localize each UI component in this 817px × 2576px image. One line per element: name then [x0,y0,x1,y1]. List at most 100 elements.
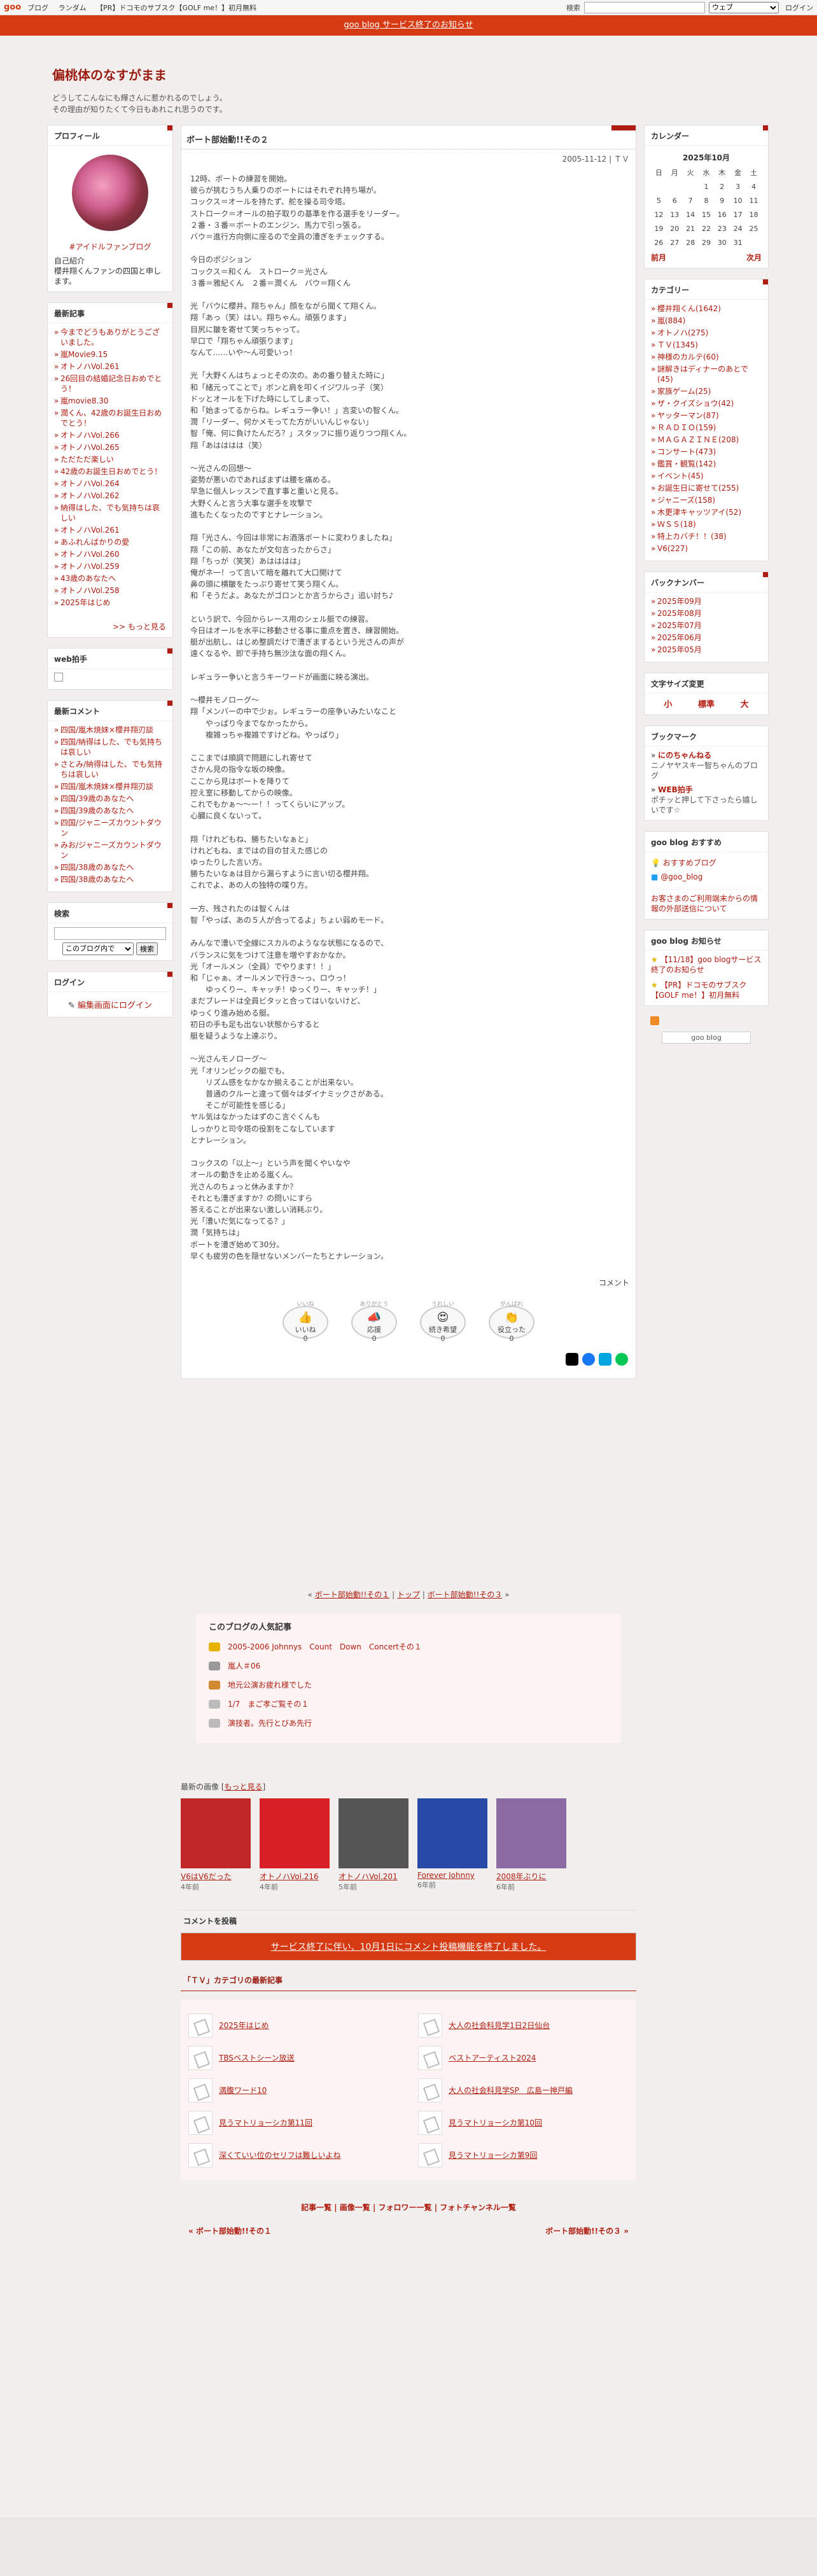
category-item[interactable]: V6(227) [651,543,762,554]
recent-post-item[interactable]: 26回目の結婚記念日おめでとう！ [54,374,166,394]
comment-link[interactable]: コメント [181,1267,636,1292]
thumb-image[interactable] [496,1798,566,1869]
announce-link[interactable]: 【PR】ドコモのサブスク【GOLF me！】初月無料 [651,981,746,1000]
recent-post-item[interactable]: 嵐movie8.30 [54,396,166,406]
category-item[interactable]: オトノハ(275) [651,328,762,338]
thumb-image[interactable] [417,1798,487,1869]
goo-logo[interactable]: goo [4,3,21,12]
nav-pr[interactable]: 【PR】ドコモのサブスク【GOLF me！】初月無料 [96,4,256,12]
font-normal-button[interactable]: 標準 [698,697,715,710]
recent-comment-item[interactable]: 四国/嵐木焼妹×櫻井翔刃談 [54,781,166,792]
recent-images-more[interactable]: もっと見る [225,1782,263,1791]
category-item[interactable]: 謎解きはディナーのあとで(45) [651,364,762,384]
recommend-link[interactable]: おすすめブログ [663,858,716,867]
font-large-button[interactable]: 大 [741,697,749,710]
line-share-icon[interactable] [615,1353,628,1366]
category-item[interactable]: ＲＡＤＩＯ(159) [651,423,762,433]
popular-item[interactable]: 1/7 まご孝ご覧その１ [209,1698,608,1709]
recent-post-item[interactable]: オトノハVol.258 [54,585,166,596]
recent-comment-item[interactable]: 四国/39歳のあなたへ [54,806,166,816]
calendar-prev[interactable]: 前月 [651,252,666,263]
recent-comment-item[interactable]: 四国/嵐木焼妹×櫻井翔刃談 [54,725,166,735]
goo-blog-badge[interactable]: goo blog [662,1032,751,1044]
recent-post-item[interactable]: 今までどうもありがとうございました。 [54,327,166,347]
recent-post-item[interactable]: オトノハVol.264 [54,479,166,489]
category-item[interactable]: コンサート(473) [651,447,762,457]
category-item[interactable]: ＴＶ(1345) [651,340,762,350]
image-thumb[interactable]: オトノハVol.201 5年前 [339,1798,408,1892]
footer-links[interactable]: 記事一覧 | 画像一覧 | フォロワー一覧 | フォトチャンネル一覧 [181,2202,636,2213]
recent-post-item[interactable]: 嵐Movie9.15 [54,349,166,360]
blog-search-scope[interactable]: このブログ内で [62,942,134,955]
service-end-link[interactable]: goo blog サービス終了のお知らせ [344,20,473,30]
image-thumb[interactable]: オトノハVol.216 4年前 [260,1798,330,1892]
x-share-icon[interactable] [566,1353,578,1366]
related-item[interactable]: 満腹ワード10 [188,2074,399,2106]
recommend-link[interactable]: @goo_blog [660,872,702,881]
related-item[interactable]: 深くていい位のセリフは難しいよね [188,2139,399,2171]
search-scope-select[interactable]: ウェブ [709,1,779,13]
recent-comment-item[interactable]: 四国/ジャニーズカウントダウン [54,818,166,838]
category-item[interactable]: お誕生日に寄せて(255) [651,483,762,493]
recent-post-item[interactable]: 43歳のあなたへ [54,573,166,584]
nav-blog[interactable]: ブログ [27,4,48,12]
recent-comment-item[interactable]: 四国/38歳のあなたへ [54,874,166,885]
recent-comment-item[interactable]: 四国/39歳のあなたへ [54,794,166,804]
rss-icon[interactable] [650,1016,659,1025]
comment-closed-link[interactable]: サービス終了に伴い、10月1日にコメント投稿機能を終了しました。 [271,1942,547,1952]
category-item[interactable]: ヤッターマン(87) [651,410,762,421]
privacy-note-link[interactable]: お客さまのご利用端末からの情報の外部送信について [651,894,758,913]
backnumber-item[interactable]: 2025年06月 [651,633,762,643]
blog-search-input[interactable] [54,927,166,940]
related-item[interactable]: ベストアーティスト2024 [418,2041,629,2074]
reaction-button[interactable]: がんばれ 👏 役立った 0 [489,1301,534,1343]
category-item[interactable]: 神様のカルテ(60) [651,352,762,362]
backnumber-item[interactable]: 2025年08月 [651,608,762,619]
blog-title[interactable]: 偏桃体のなすがまま [52,65,817,83]
recent-post-item[interactable]: オトノハVol.265 [54,442,166,452]
category-item[interactable]: 木更津キャッツアイ(52) [651,507,762,517]
recent-post-item[interactable]: 42歳のお誕生日おめでとう！ [54,466,166,477]
recent-post-item[interactable]: オトノハVol.260 [54,549,166,559]
category-item[interactable]: ＭＡＧＡＺＩＮＥ(208) [651,435,762,445]
facebook-share-icon[interactable] [582,1353,595,1366]
profile-tag-link[interactable]: #アイドルファンブログ [54,241,166,252]
pager-prev[interactable]: ボート部始動!!その１ [315,1590,390,1599]
related-item[interactable]: 見うマトリョーシカ第9回 [418,2139,629,2171]
category-item[interactable]: 櫻井翔くん(1642) [651,304,762,314]
recent-comment-item[interactable]: みお/ジャニーズカウントダウン [54,840,166,860]
login-link[interactable]: ログイン [785,3,813,13]
pager-top[interactable]: トップ [397,1590,420,1599]
category-item[interactable]: 鑑賞・観覧(142) [651,459,762,469]
related-item[interactable]: 見うマトリョーシカ第10回 [418,2106,629,2139]
popular-item[interactable]: 地元公演お疲れ様でした [209,1679,608,1690]
backnumber-item[interactable]: 2025年07月 [651,620,762,631]
bookmark-link[interactable]: WEB拍手 [658,785,693,794]
thumb-caption[interactable]: 2008年ぶりに [496,1871,566,1882]
image-thumb[interactable]: 2008年ぶりに 6年前 [496,1798,566,1892]
announce-link[interactable]: 【11/18】goo blogサービス終了のお知らせ [651,955,761,974]
font-small-button[interactable]: 小 [664,697,672,710]
calendar-next[interactable]: 次月 [746,252,762,263]
related-item[interactable]: 大人の社会科見学SP 広島ー神戸編 [418,2074,629,2106]
recent-comment-item[interactable]: さとみ/納得はした、でも気持ちは哀しい [54,759,166,780]
category-item[interactable]: 家族ゲーム(25) [651,386,762,396]
recent-post-item[interactable]: オトノハVol.261 [54,361,166,372]
recent-comment-item[interactable]: 四国/納得はした、でも気持ちは哀しい [54,737,166,757]
popular-item[interactable]: 2005-2006 Johnnys Count Down Concertその１ [209,1641,608,1652]
backnumber-item[interactable]: 2025年05月 [651,645,762,655]
thumb-caption[interactable]: V6はV6だった [181,1871,251,1882]
hatena-share-icon[interactable] [599,1353,611,1366]
recent-post-item[interactable]: ただただ楽しい [54,454,166,465]
recent-posts-more[interactable]: >> もっと見る [48,617,172,637]
category-item[interactable]: イベント(45) [651,471,762,481]
recent-post-item[interactable]: 2025年はじめ [54,598,166,608]
thumb-image[interactable] [181,1798,251,1869]
recent-post-item[interactable]: オトノハVol.259 [54,561,166,571]
thumb-image[interactable] [339,1798,408,1869]
related-item[interactable]: 見うマトリョーシカ第11回 [188,2106,399,2139]
search-input[interactable] [584,1,705,13]
related-item[interactable]: 大人の社会科見学1日2日仙台 [418,2009,629,2041]
recent-post-item[interactable]: オトノハVol.261 [54,525,166,535]
related-item[interactable]: TBSベストシーン放送 [188,2041,399,2074]
